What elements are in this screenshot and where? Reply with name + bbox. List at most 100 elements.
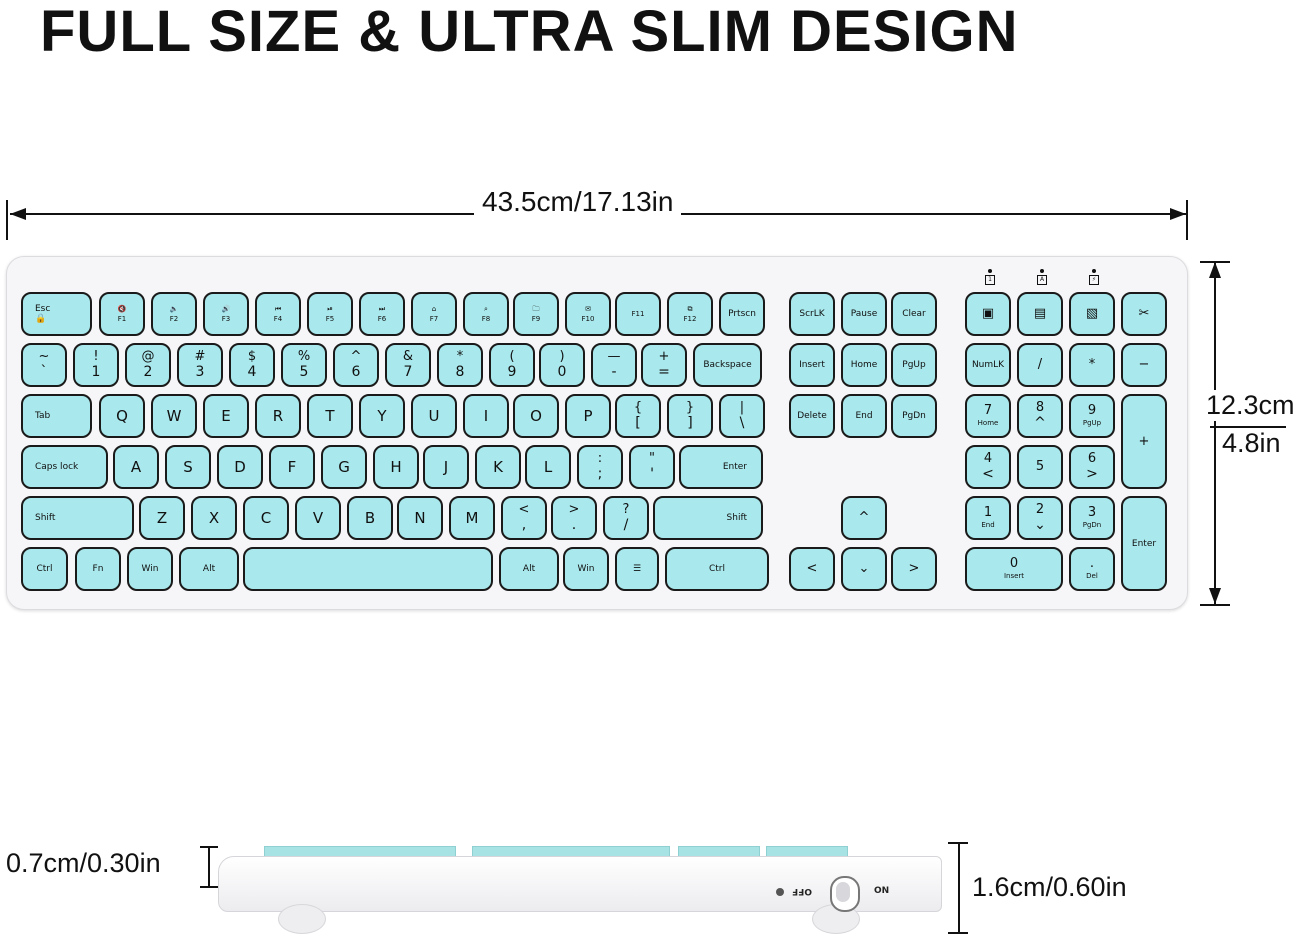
key-s[interactable]: S (165, 445, 211, 489)
key-f3[interactable]: 🔊 F3 (203, 292, 249, 336)
key-symbol[interactable]: ? / (603, 496, 649, 540)
key-alt-right[interactable]: Alt (499, 547, 559, 591)
key-f7[interactable]: ⌂ F7 (411, 292, 457, 336)
key-arrow-right[interactable]: > (891, 547, 937, 591)
key-pause[interactable]: Pause (841, 292, 887, 336)
key-0[interactable]: ) 0 (539, 343, 585, 387)
key-symbol[interactable]: :; (577, 445, 623, 489)
key-f2[interactable]: 🔈 F2 (151, 292, 197, 336)
key-e[interactable]: E (203, 394, 249, 438)
power-switch[interactable] (830, 876, 860, 912)
key-8[interactable]: * 8 (437, 343, 483, 387)
key-g[interactable]: G (321, 445, 367, 489)
key-arrow-left[interactable]: < (789, 547, 835, 591)
key-num-minus[interactable]: − (1121, 343, 1167, 387)
key-num-6[interactable]: 6 > (1069, 445, 1115, 489)
key-space[interactable] (243, 547, 493, 591)
key-a[interactable]: A (113, 445, 159, 489)
key-enter[interactable]: Enter (679, 445, 763, 489)
key-pgdn[interactable]: PgDn (891, 394, 937, 438)
key-7[interactable]: & 7 (385, 343, 431, 387)
key-esc[interactable]: Esc 🔒 (21, 292, 92, 336)
key-num-4[interactable]: 4 < (965, 445, 1011, 489)
key-symbol[interactable]: + = (641, 343, 687, 387)
key-f11[interactable]: F11 (615, 292, 661, 336)
key-f1[interactable]: 🔇 F1 (99, 292, 145, 336)
key-q[interactable]: Q (99, 394, 145, 438)
key-l[interactable]: L (525, 445, 571, 489)
key-symbol[interactable]: ~ ` (21, 343, 67, 387)
key-shift-right[interactable]: Shift (653, 496, 763, 540)
key-b[interactable]: B (347, 496, 393, 540)
key-insert[interactable]: Insert (789, 343, 835, 387)
key-f6[interactable]: ⏭ F6 (359, 292, 405, 336)
key-d[interactable]: D (217, 445, 263, 489)
key-pgup[interactable]: PgUp (891, 343, 937, 387)
key-ctrl-right[interactable]: Ctrl (665, 547, 769, 591)
key-shift-left[interactable]: Shift (21, 496, 134, 540)
key-num-decimal[interactable]: . Del (1069, 547, 1115, 591)
key-symbol[interactable]: }] (667, 394, 713, 438)
key-caps-lock[interactable]: Caps lock (21, 445, 108, 489)
key-num-enter[interactable]: Enter (1121, 496, 1167, 591)
key-n[interactable]: N (397, 496, 443, 540)
key-1[interactable]: ! 1 (73, 343, 119, 387)
key-x[interactable]: X (191, 496, 237, 540)
key-tab[interactable]: Tab (21, 394, 92, 438)
key-num-lock[interactable]: NumLK (965, 343, 1011, 387)
key-f[interactable]: F (269, 445, 315, 489)
key-j[interactable]: J (423, 445, 469, 489)
key-ctrl-left[interactable]: Ctrl (21, 547, 68, 591)
key-u[interactable]: U (411, 394, 457, 438)
key-symbol[interactable]: " ' (629, 445, 675, 489)
key-num-7[interactable]: 7 Home (965, 394, 1011, 438)
key-num-multiply[interactable]: * (1069, 343, 1115, 387)
key-prtscn[interactable]: Prtscn (719, 292, 765, 336)
key-win-right[interactable]: Win (563, 547, 609, 591)
key-symbol[interactable]: >. (551, 496, 597, 540)
key-v[interactable]: V (295, 496, 341, 540)
key-9[interactable]: (9 (489, 343, 535, 387)
key-t[interactable]: T (307, 394, 353, 438)
key-num-5[interactable]: 5 (1017, 445, 1063, 489)
key-2[interactable]: @2 (125, 343, 171, 387)
key-calculator[interactable]: ▣ (965, 292, 1011, 336)
key-end[interactable]: End (841, 394, 887, 438)
key-o[interactable]: O (513, 394, 559, 438)
key-num-3[interactable]: 3 PgDn (1069, 496, 1115, 540)
key-symbol[interactable]: {[ (615, 394, 661, 438)
key-5[interactable]: % 5 (281, 343, 327, 387)
key-k[interactable]: K (475, 445, 521, 489)
key-menu[interactable]: ☰ (615, 547, 659, 591)
key-num-9[interactable]: 9 PgUp (1069, 394, 1115, 438)
key-3[interactable]: #3 (177, 343, 223, 387)
key-f9[interactable]: 🗀 F9 (513, 292, 559, 336)
key-f12[interactable]: ⧉ F12 (667, 292, 713, 336)
key-f4[interactable]: ⏮ F4 (255, 292, 301, 336)
key-num-divide[interactable]: / (1017, 343, 1063, 387)
key-f10[interactable]: ✉ F10 (565, 292, 611, 336)
key-z[interactable]: Z (139, 496, 185, 540)
key-num-1[interactable]: 1 End (965, 496, 1011, 540)
key-screenshot[interactable]: ▧ (1069, 292, 1115, 336)
key-scrlk[interactable]: ScrLK (789, 292, 835, 336)
key-num-2[interactable]: 2 ⌄ (1017, 496, 1063, 540)
key-c[interactable]: C (243, 496, 289, 540)
key-symbol[interactable]: | \ (719, 394, 765, 438)
key-r[interactable]: R (255, 394, 301, 438)
key-f8[interactable]: ⌕ F8 (463, 292, 509, 336)
key-symbol[interactable]: — - (591, 343, 637, 387)
key-m[interactable]: M (449, 496, 495, 540)
key-arrow-down[interactable]: ⌄ (841, 547, 887, 591)
key-num-0[interactable]: 0 Insert (965, 547, 1063, 591)
key-arrow-up[interactable]: ^ (841, 496, 887, 540)
key-document[interactable]: ▤ (1017, 292, 1063, 336)
key-y[interactable]: Y (359, 394, 405, 438)
key-p[interactable]: P (565, 394, 611, 438)
key-alt-left[interactable]: Alt (179, 547, 239, 591)
key-home[interactable]: Home (841, 343, 887, 387)
key-delete[interactable]: Delete (789, 394, 835, 438)
key-num-plus[interactable]: + (1121, 394, 1167, 489)
key-symbol[interactable]: <, (501, 496, 547, 540)
key-h[interactable]: H (373, 445, 419, 489)
